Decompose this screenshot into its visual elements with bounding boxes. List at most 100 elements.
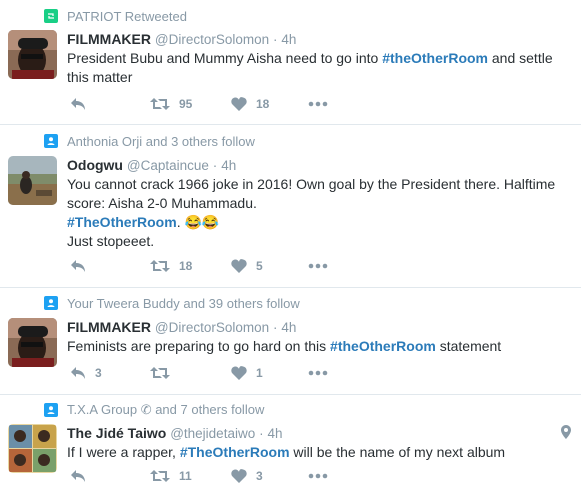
author-handle[interactable]: @thejidetaiwo <box>170 426 255 441</box>
retweet-icon <box>150 367 170 379</box>
more-options-button[interactable] <box>308 257 328 275</box>
tweet-item[interactable]: PATRIOT Retweeted FILMMAKER @DirectorSol… <box>0 0 581 125</box>
reply-icon <box>71 260 85 272</box>
tweet-header: FILMMAKER @DirectorSolomon · 4h <box>67 30 567 48</box>
retweet-count: 18 <box>179 259 193 273</box>
author-handle[interactable]: @DirectorSolomon <box>155 320 269 335</box>
like-button[interactable]: 5 <box>231 257 263 275</box>
separator-dot: · <box>273 32 278 47</box>
tweet-text-segment: . 😂😂 <box>176 214 220 230</box>
context-text: T.X.A Group ✆ and 7 others follow <box>67 402 265 417</box>
tweet-actions: 95 18 <box>67 95 367 113</box>
timestamp[interactable]: 4h <box>221 158 236 173</box>
reply-icon <box>71 98 85 110</box>
context-text: Your Tweera Buddy and 39 others follow <box>67 295 300 311</box>
like-count: 1 <box>256 366 263 380</box>
retweet-icon <box>150 260 170 272</box>
hashtag-link[interactable]: #TheOtherRoom <box>67 214 177 230</box>
like-button[interactable]: 3 <box>231 467 263 485</box>
retweet-button[interactable] <box>150 364 179 382</box>
like-button[interactable]: 18 <box>231 95 269 113</box>
tweet-actions: 11 3 <box>67 467 367 485</box>
author-name[interactable]: Odogwu <box>67 157 123 173</box>
tweet-text-segment: You cannot crack 1966 joke in 2016! Own … <box>67 176 556 192</box>
tweet-text-segment: Just stopeeet. <box>67 233 155 249</box>
follow-context-icon <box>44 134 58 148</box>
retweet-button[interactable]: 11 <box>150 467 192 485</box>
reply-button[interactable] <box>70 95 95 113</box>
hashtag-link[interactable]: #theOtherRoom <box>330 338 436 354</box>
hashtag-link[interactable]: #theOtherRoom <box>382 50 488 66</box>
timestamp[interactable]: 4h <box>281 320 296 335</box>
tweet-item[interactable]: T.X.A Group ✆ and 7 others follow The Ji… <box>0 395 581 495</box>
tweet-text: You cannot crack 1966 joke in 2016! Own … <box>67 175 567 251</box>
tweet-header: The Jidé Taiwo @thejidetaiwo · 4h <box>67 424 567 442</box>
avatar[interactable] <box>8 30 57 79</box>
context-text: Anthonia Orji and 3 others follow <box>67 133 255 149</box>
tweet-text-segment: statement <box>435 338 502 354</box>
tweet-text: If I were a rapper, #TheOtherRoom will b… <box>67 443 567 462</box>
heart-icon <box>231 366 247 380</box>
reply-button[interactable]: 3 <box>70 364 102 382</box>
tweet-context[interactable]: PATRIOT Retweeted <box>44 8 187 24</box>
tweet-text: Feminists are preparing to go hard on th… <box>67 337 567 356</box>
tweet-text: President Bubu and Mummy Aisha need to g… <box>67 49 567 87</box>
author-handle[interactable]: @Captaincue <box>127 158 209 173</box>
tweet-text-segment: score: Aisha 2-0 Muhammadu. <box>67 195 257 211</box>
hashtag-link[interactable]: #TheOtherRoom <box>180 444 290 460</box>
tweet-text-segment: and settle <box>488 50 553 66</box>
like-button[interactable]: 1 <box>231 364 263 382</box>
retweet-count: 95 <box>179 97 193 111</box>
reply-icon <box>71 470 85 482</box>
separator-dot: · <box>212 158 218 173</box>
tweet-text-segment: this matter <box>67 69 133 85</box>
follow-context-icon <box>44 403 58 417</box>
like-count: 18 <box>256 97 270 111</box>
heart-icon <box>231 97 247 111</box>
retweet-button[interactable]: 95 <box>150 95 192 113</box>
tweet-item[interactable]: Your Tweera Buddy and 39 others follow F… <box>0 288 581 395</box>
separator-dot: · <box>259 426 264 441</box>
avatar[interactable] <box>8 424 57 473</box>
tweet-context[interactable]: Anthonia Orji and 3 others follow <box>44 133 255 149</box>
tweet-item[interactable]: Anthonia Orji and 3 others follow Odogwu… <box>0 125 581 288</box>
more-icon <box>308 370 328 376</box>
tweet-actions: 3 1 <box>67 364 367 382</box>
separator-dot: · <box>273 320 278 335</box>
heart-icon <box>231 259 247 273</box>
heart-icon <box>231 469 247 483</box>
timestamp[interactable]: 4h <box>268 426 283 441</box>
like-count: 5 <box>256 259 263 273</box>
tweet-text-segment: If I were a rapper, <box>67 444 180 460</box>
tweet-header: Odogwu @Captaincue · 4h <box>67 156 567 174</box>
reply-button[interactable] <box>70 467 95 485</box>
more-options-button[interactable] <box>308 467 328 485</box>
context-text: PATRIOT Retweeted <box>67 8 187 24</box>
tweet-header: FILMMAKER @DirectorSolomon · 4h <box>67 318 567 336</box>
location-pin-icon[interactable] <box>561 425 571 442</box>
reply-button[interactable] <box>70 257 95 275</box>
tweet-context[interactable]: T.X.A Group ✆ and 7 others follow <box>44 402 264 418</box>
more-icon <box>308 263 328 269</box>
more-options-button[interactable] <box>308 364 328 382</box>
retweet-button[interactable]: 18 <box>150 257 192 275</box>
reply-count: 3 <box>95 366 102 380</box>
author-name[interactable]: FILMMAKER <box>67 31 151 47</box>
avatar[interactable] <box>8 156 57 205</box>
avatar[interactable] <box>8 318 57 367</box>
more-icon <box>308 101 328 107</box>
tweet-actions: 18 5 <box>67 257 367 275</box>
tweet-text-segment: Feminists are preparing to go hard on th… <box>67 338 331 354</box>
more-options-button[interactable] <box>308 95 328 113</box>
author-name[interactable]: FILMMAKER <box>67 319 151 335</box>
tweet-text-segment: will be the name of my next album <box>289 444 506 460</box>
timestamp[interactable]: 4h <box>281 32 296 47</box>
retweet-icon <box>150 98 170 110</box>
timeline: PATRIOT Retweeted FILMMAKER @DirectorSol… <box>0 0 581 495</box>
author-handle[interactable]: @DirectorSolomon <box>155 32 269 47</box>
author-name[interactable]: The Jidé Taiwo <box>67 425 166 441</box>
reply-icon <box>71 367 85 379</box>
retweet-count: 11 <box>179 469 192 483</box>
tweet-context[interactable]: Your Tweera Buddy and 39 others follow <box>44 295 300 311</box>
more-icon <box>308 473 328 479</box>
